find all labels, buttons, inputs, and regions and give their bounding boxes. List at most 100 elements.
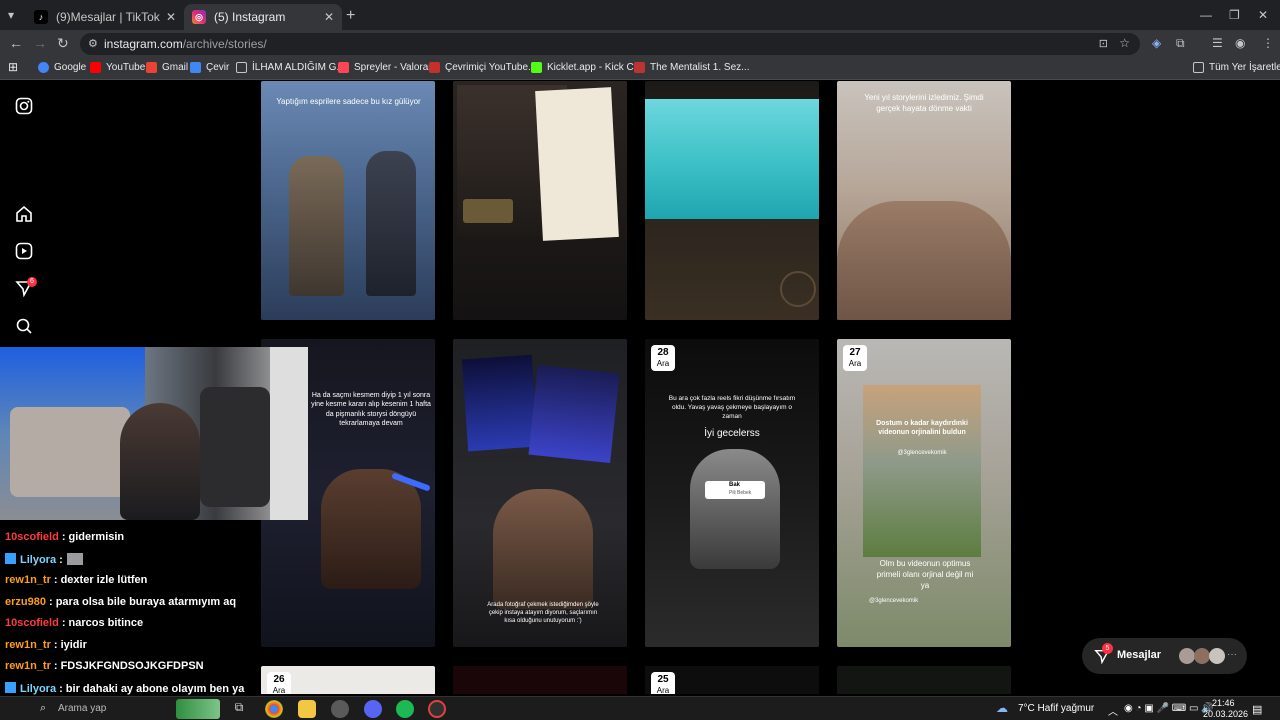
chat-message: rew1n_tr: FDSJKFGNDSOJKGFDPSN: [5, 660, 204, 672]
extensions-puzzle-icon[interactable]: ⧉: [1176, 36, 1185, 51]
home-icon[interactable]: [15, 205, 33, 223]
bookmark-gmail[interactable]: Gmail: [146, 62, 188, 73]
subscriber-badge-icon: [5, 553, 16, 564]
bookmark-folder-ilham[interactable]: İLHAM ALDIĞIM G...: [236, 62, 345, 73]
all-bookmarks-folder[interactable]: Tüm Yer İşaretleri: [1193, 62, 1280, 73]
mentalist-icon: [634, 62, 645, 73]
tray-app-icons[interactable]: ◉ ◔ ▣ 🎤 ⌨ ▭ 🔊: [1124, 703, 1214, 714]
story-tile[interactable]: [837, 666, 1011, 694]
tab-tiktok[interactable]: ♪ (9)Mesajlar | TikTok ✕: [26, 4, 184, 30]
story-tile[interactable]: 25 Ara: [645, 666, 819, 694]
clock-date[interactable]: 20.03.2026: [1203, 709, 1248, 719]
site-info-icon[interactable]: ⚙: [88, 37, 98, 50]
app-icon[interactable]: [331, 700, 349, 718]
menu-dots-icon[interactable]: ⋮: [1262, 36, 1274, 50]
folder-icon: [1193, 62, 1204, 73]
tab-title: (5) Instagram: [214, 10, 286, 24]
weather-text[interactable]: 7°C Hafif yağmur: [1018, 703, 1094, 714]
weather-icon[interactable]: ☁: [996, 701, 1008, 715]
story-handle: @3glencevekomik: [869, 598, 919, 604]
close-tab-icon[interactable]: ✕: [166, 10, 176, 24]
notification-center-icon[interactable]: ▤: [1252, 703, 1262, 716]
story-tile[interactable]: [645, 81, 819, 320]
taskbar-search-input[interactable]: Arama yap: [58, 703, 106, 714]
bookmark-cevir[interactable]: Çevir: [190, 62, 229, 73]
story-tile[interactable]: [453, 81, 627, 320]
chrome-icon[interactable]: [265, 700, 283, 718]
close-window-button[interactable]: ✕: [1258, 8, 1268, 22]
obs-icon[interactable]: [428, 700, 446, 718]
story-figure: [366, 151, 416, 296]
story-caption: İyi gecelerss: [704, 428, 760, 439]
date-month: Ara: [656, 686, 670, 694]
story-tile[interactable]: 27 Ara Dostum o kadar kaydırdınki videon…: [837, 339, 1011, 647]
handwritten-list: [535, 87, 619, 241]
reels-icon[interactable]: [15, 242, 33, 260]
reading-list-icon[interactable]: ☰: [1212, 36, 1223, 50]
discord-icon[interactable]: [364, 700, 382, 718]
chat-username: 10scofield: [5, 531, 59, 543]
tab-instagram[interactable]: ◎ (5) Instagram ✕: [184, 4, 342, 30]
install-app-icon[interactable]: ⊡: [1099, 37, 1108, 50]
messages-bubble[interactable]: 5 Mesajlar ···: [1082, 638, 1247, 674]
embedded-video: Dostum o kadar kaydırdınki videonun orji…: [863, 385, 981, 557]
close-tab-icon[interactable]: ✕: [324, 10, 334, 24]
instagram-logo-icon[interactable]: [15, 97, 33, 115]
file-explorer-icon[interactable]: [298, 700, 316, 718]
webcam-person: [120, 403, 200, 520]
emote-icon: [66, 553, 83, 565]
chat-message: rew1n_tr: iyidir: [5, 639, 87, 651]
story-caption: Yaptığım esprilere sadece bu kız gülüyor: [276, 97, 421, 106]
story-tile[interactable]: Yaptığım esprilere sadece bu kız gülüyor: [261, 81, 435, 320]
bookmark-label: Çevir: [206, 62, 230, 73]
story-tile[interactable]: [453, 666, 627, 694]
task-view-icon[interactable]: ⧉: [230, 700, 248, 718]
chat-text: :: [59, 554, 63, 566]
maximize-button[interactable]: ❐: [1229, 8, 1240, 22]
bookmark-google[interactable]: Google: [38, 62, 86, 73]
chat-message: rew1n_tr: dexter izle lütfen: [5, 574, 147, 586]
story-caption: Bu ara çok fazla reels fikri düşünme fır…: [668, 395, 796, 420]
chat-username: rew1n_tr: [5, 574, 51, 586]
bookmark-valorant[interactable]: Spreyler - Valorant: [338, 62, 437, 73]
tab-search-icon[interactable]: ▾: [8, 8, 14, 22]
tiktok-icon: ♪: [34, 10, 48, 24]
new-tab-button[interactable]: +: [346, 7, 355, 25]
apps-grid-icon[interactable]: ⊞: [8, 60, 18, 74]
address-bar[interactable]: ⚙ instagram.com/archive/stories/ ⊡ ☆: [80, 33, 1140, 55]
profile-avatar-icon[interactable]: ◉: [1235, 36, 1245, 50]
story-tile[interactable]: Arada fotoğraf çekmek istediğimden şöyle…: [453, 339, 627, 647]
browser-tab-strip: ♪ (9)Mesajlar | TikTok ✕ ◎ (5) Instagram…: [0, 0, 1280, 30]
avatar: [1209, 648, 1225, 664]
spotify-icon[interactable]: [396, 700, 414, 718]
story-tile[interactable]: Yeni yıl storylerini izledimiz. Şimdi ge…: [837, 81, 1011, 320]
date-day: 25: [657, 674, 669, 685]
song-artist: Pili Bebek: [729, 490, 752, 496]
story-caption: Arada fotoğraf çekmek istediğimden şöyle…: [487, 602, 599, 625]
chat-username: rew1n_tr: [5, 660, 51, 672]
story-tile[interactable]: 26 Ara: [261, 666, 435, 694]
extension-icon[interactable]: ◈: [1152, 36, 1161, 50]
clock-time[interactable]: 21:46: [1212, 698, 1235, 708]
url-text: instagram.com/archive/stories/: [104, 37, 267, 51]
bookmark-mentalist[interactable]: The Mentalist 1. Sez...: [634, 62, 750, 73]
search-highlight-icon[interactable]: [176, 699, 220, 719]
bookmark-label: Gmail: [162, 62, 189, 73]
instagram-icon: ◎: [192, 10, 206, 24]
forward-icon[interactable]: →: [33, 35, 47, 51]
bookmark-star-icon[interactable]: ☆: [1119, 36, 1130, 50]
date-badge: 25 Ara: [651, 672, 675, 694]
search-icon[interactable]: [15, 317, 33, 335]
chat-message: Lilyora: bir dahaki ay abone olayım ben …: [5, 682, 244, 695]
minimize-button[interactable]: —: [1200, 8, 1212, 22]
bookmark-kicklet[interactable]: Kicklet.app - Kick C...: [531, 62, 642, 73]
tray-overflow-icon[interactable]: ︿: [1108, 703, 1118, 718]
bookmark-youtube-converter[interactable]: Çevrimiçi YouTube...: [429, 62, 536, 73]
reload-icon[interactable]: ↻: [57, 35, 69, 52]
story-tile[interactable]: 28 Ara Bu ara çok fazla reels fikri düşü…: [645, 339, 819, 647]
taskbar-search-icon[interactable]: ⌕: [40, 702, 46, 715]
bookmark-youtube[interactable]: YouTube: [90, 62, 145, 73]
chat-text: : iyidir: [53, 639, 87, 651]
back-icon[interactable]: ←: [9, 35, 23, 51]
kicklet-icon: [531, 62, 542, 73]
